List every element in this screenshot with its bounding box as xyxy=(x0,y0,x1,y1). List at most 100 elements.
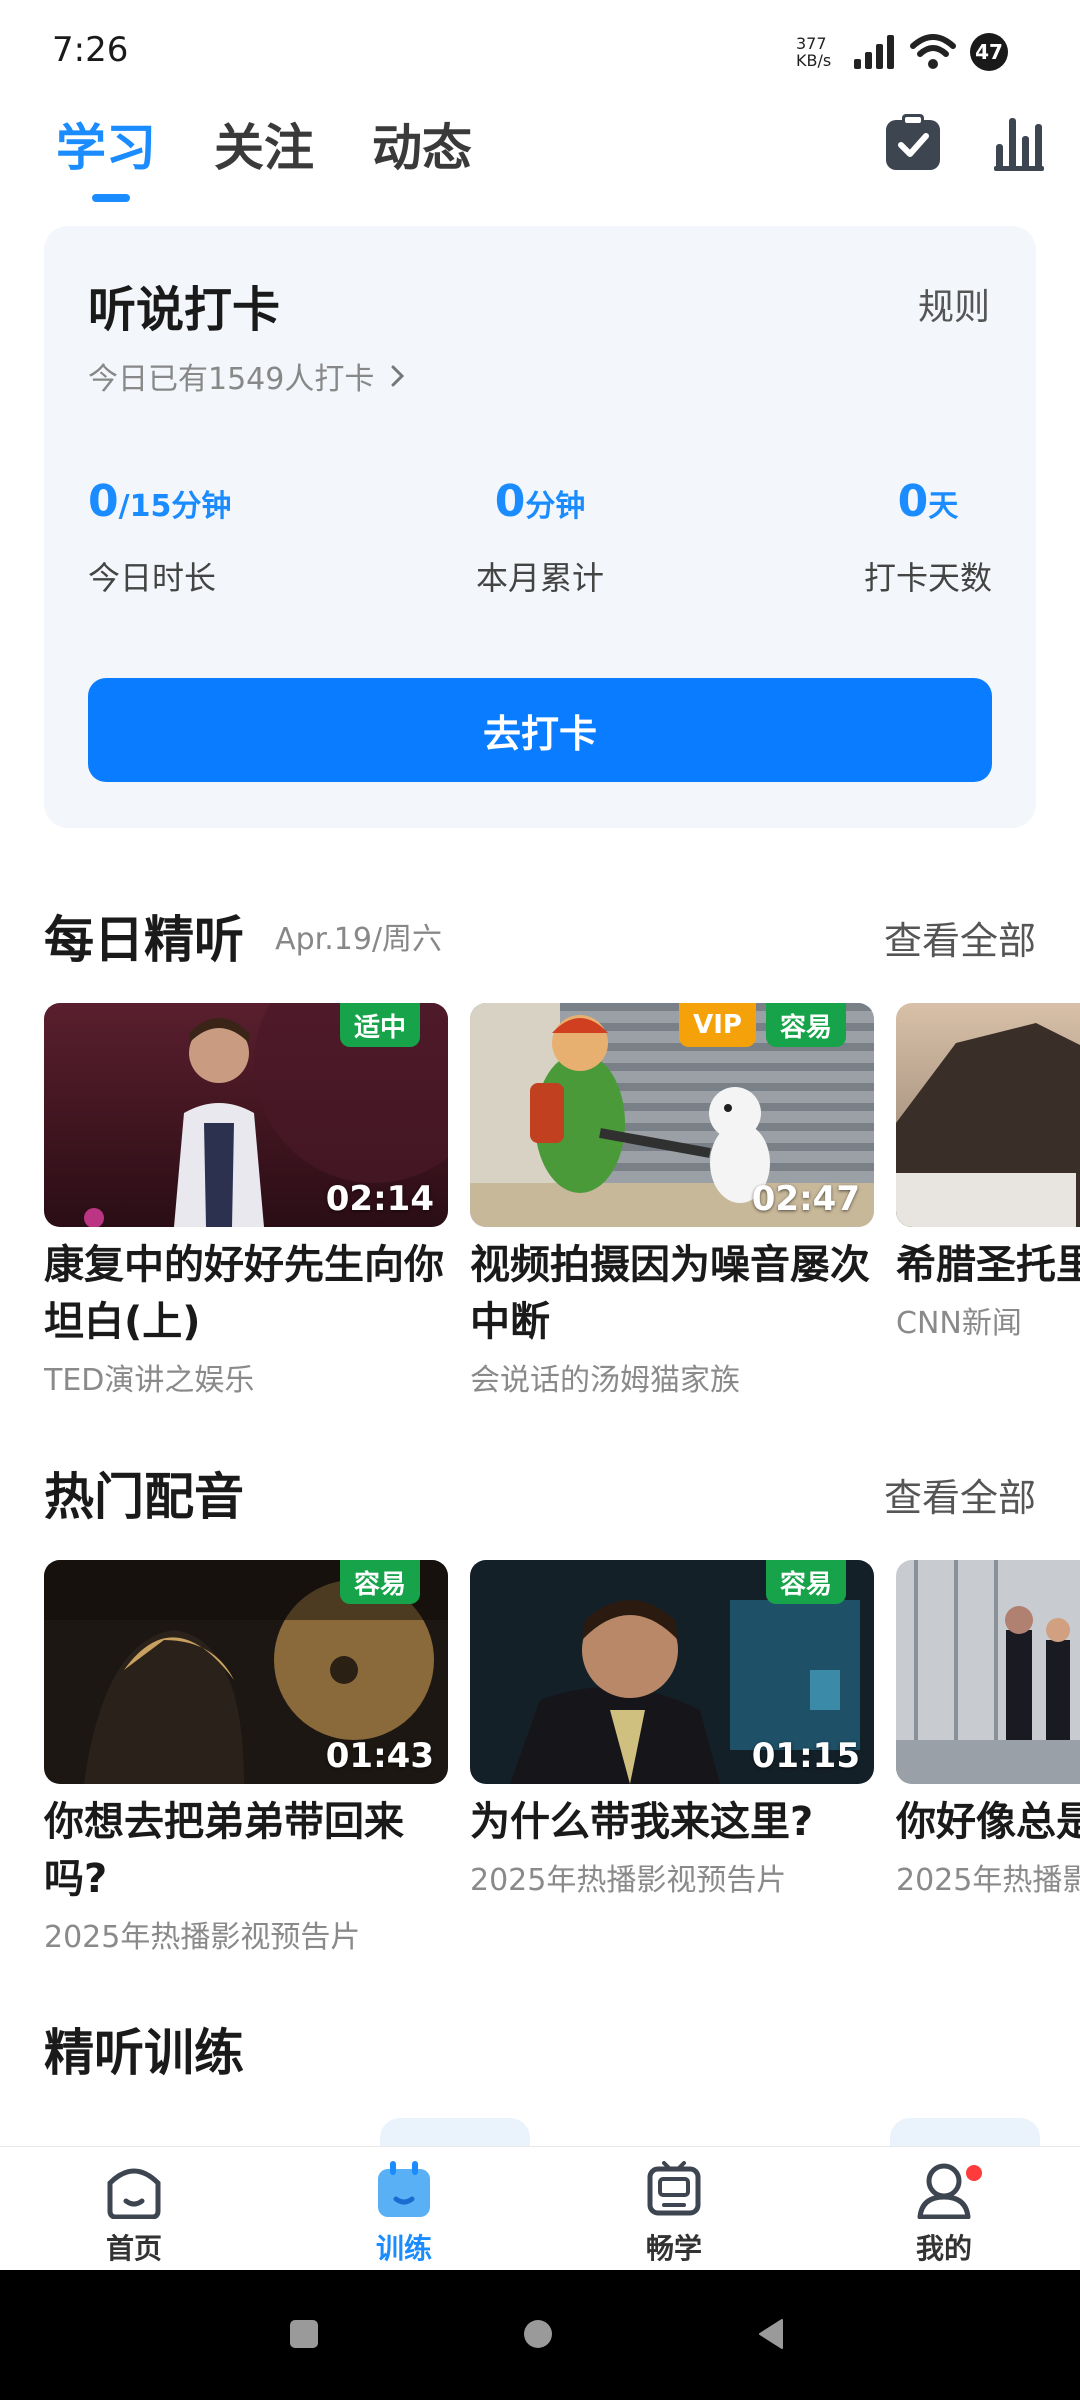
stat-label: 本月累计 xyxy=(476,559,605,597)
stat-today: 0/15分钟 今日时长 xyxy=(88,476,231,599)
section-date: Apr.19/周六 xyxy=(275,922,443,957)
badge-group: 适中 xyxy=(339,1003,420,1047)
nav-label: 首页 xyxy=(105,2232,162,2265)
checkin-count-link[interactable]: 今日已有1549人打卡 xyxy=(88,354,406,398)
video-card[interactable]: 容易 01:43 你想去把弟弟带回来吗? 2025年热播影视预告片 xyxy=(44,1560,448,1956)
video-thumbnail: VIP 容易 02:47 xyxy=(470,1003,874,1227)
checkin-stats: 0/15分钟 今日时长 0分钟 本月累计 0天 打卡天数 xyxy=(44,476,1036,626)
top-tabs: 学习 关注 动态 xyxy=(56,108,472,188)
system-navigation-bar xyxy=(0,2270,1080,2400)
home-icon xyxy=(107,2168,161,2220)
difficulty-badge: 容易 xyxy=(765,1560,846,1604)
profile-icon xyxy=(917,2163,971,2220)
checkin-button[interactable]: 去打卡 xyxy=(88,678,992,782)
stat-days: 0天 打卡天数 xyxy=(864,476,992,599)
difficulty-badge: 容易 xyxy=(765,1003,846,1047)
battery-indicator: 47 xyxy=(970,33,1008,71)
video-card[interactable]: 希腊圣托里尼岛开放 CNN新闻 xyxy=(896,1003,1080,1342)
video-duration: 02:14 xyxy=(325,1179,434,1219)
stat-value: 0 xyxy=(897,476,929,527)
video-title: 你好像总是 xyxy=(896,1799,1080,1845)
view-all-button[interactable]: 查看全部 xyxy=(884,1467,1036,1522)
stat-month: 0分钟 本月累计 xyxy=(476,476,604,599)
back-icon[interactable] xyxy=(756,2318,786,2350)
video-thumbnail: 容易 01:43 xyxy=(44,1560,448,1784)
stat-value: 0 xyxy=(88,476,119,527)
rules-link[interactable]: 规则 xyxy=(918,278,990,330)
training-section-header: 精听训练 xyxy=(44,2013,1036,2083)
vip-badge: VIP xyxy=(679,1003,756,1047)
video-source: CNN新闻 xyxy=(896,1306,1022,1341)
nav-training[interactable]: 训练 xyxy=(344,2161,464,2267)
video-card[interactable]: 你好像总是 2025年热播影视预告片 xyxy=(896,1560,1080,1899)
top-actions xyxy=(884,114,1044,172)
tab-moments[interactable]: 动态 xyxy=(372,108,472,188)
stat-value: 0 xyxy=(494,476,526,527)
difficulty-badge: 容易 xyxy=(339,1560,420,1604)
dubbing-section-header: 热门配音 查看全部 xyxy=(44,1457,1036,1527)
daily-section-header: 每日精听 Apr.19/周六 查看全部 xyxy=(44,900,1036,970)
tv-icon xyxy=(647,2161,701,2216)
video-title: 视频拍摄因为噪音屡次中断 xyxy=(470,1242,870,1345)
bottom-nav: 首页 训练 畅学 我的 xyxy=(0,2146,1080,2270)
bar-chart-icon[interactable] xyxy=(994,114,1044,172)
checkin-count-text: 今日已有1549人打卡 xyxy=(88,362,375,397)
notification-dot xyxy=(966,2165,982,2181)
video-title: 希腊圣托里尼岛开放 xyxy=(896,1242,1080,1288)
nav-profile[interactable]: 我的 xyxy=(884,2161,1004,2267)
chevron-right-icon xyxy=(391,365,405,387)
status-bar: 7:26 377 KB/s 47 xyxy=(0,0,1080,96)
video-source: TED演讲之娱乐 xyxy=(44,1363,255,1398)
training-icon xyxy=(378,2161,430,2217)
clipboard-check-icon[interactable] xyxy=(884,114,942,172)
video-thumbnail: 容易 01:15 xyxy=(470,1560,874,1784)
tab-study[interactable]: 学习 xyxy=(56,108,156,188)
status-icons: 377 KB/s 47 xyxy=(796,30,1008,74)
network-speed: 377 KB/s xyxy=(796,34,832,70)
view-all-button[interactable]: 查看全部 xyxy=(884,910,1036,965)
video-source: 2025年热播影视预告片 xyxy=(44,1920,361,1955)
video-thumbnail xyxy=(896,1003,1080,1227)
nav-home[interactable]: 首页 xyxy=(74,2161,194,2267)
status-time: 7:26 xyxy=(52,30,129,70)
video-duration: 02:47 xyxy=(751,1179,860,1219)
recents-icon[interactable] xyxy=(288,2318,320,2350)
section-title: 精听训练 xyxy=(44,2024,244,2082)
signal-icon xyxy=(854,35,894,69)
video-duration: 01:43 xyxy=(325,1736,434,1776)
checkin-card: 听说打卡 规则 今日已有1549人打卡 0/15分钟 今日时长 0分钟 本月累计… xyxy=(44,226,1036,828)
difficulty-badge: 适中 xyxy=(339,1003,420,1047)
video-thumbnail xyxy=(896,1560,1080,1784)
stat-label: 今日时长 xyxy=(88,559,217,597)
video-title: 为什么带我来这里? xyxy=(470,1799,814,1845)
video-thumbnail: 适中 02:14 xyxy=(44,1003,448,1227)
video-card[interactable]: 容易 01:15 为什么带我来这里? 2025年热播影视预告片 xyxy=(470,1560,874,1899)
active-tab-indicator xyxy=(92,194,130,202)
stat-unit: /15分钟 xyxy=(118,489,232,524)
stat-unit: 分钟 xyxy=(525,489,586,524)
wifi-icon xyxy=(910,34,956,69)
home-circle-icon[interactable] xyxy=(522,2318,554,2350)
video-title: 康复中的好好先生向你坦白(上) xyxy=(44,1242,444,1345)
checkin-title: 听说打卡 xyxy=(88,282,281,338)
video-title: 你想去把弟弟带回来吗? xyxy=(44,1799,404,1902)
nav-label: 训练 xyxy=(375,2232,432,2265)
daily-card-row: 适中 02:14 康复中的好好先生向你坦白(上) TED演讲之娱乐 VIP 容易… xyxy=(44,1003,1080,1443)
video-card[interactable]: VIP 容易 02:47 视频拍摄因为噪音屡次中断 会说话的汤姆猫家族 xyxy=(470,1003,874,1399)
tab-follow[interactable]: 关注 xyxy=(214,108,314,188)
dubbing-card-row: 容易 01:43 你想去把弟弟带回来吗? 2025年热播影视预告片 容易 01:… xyxy=(44,1560,1080,1980)
nav-label: 我的 xyxy=(915,2232,972,2265)
video-source: 会说话的汤姆猫家族 xyxy=(470,1363,740,1398)
video-card[interactable]: 适中 02:14 康复中的好好先生向你坦白(上) TED演讲之娱乐 xyxy=(44,1003,448,1399)
nav-label: 畅学 xyxy=(645,2232,702,2265)
badge-group: 容易 xyxy=(765,1560,846,1604)
badge-group: VIP 容易 xyxy=(679,1003,846,1047)
stat-unit: 天 xyxy=(928,489,959,524)
badge-group: 容易 xyxy=(339,1560,420,1604)
section-title: 每日精听 xyxy=(44,911,244,969)
video-source: 2025年热播影视预告片 xyxy=(896,1863,1080,1898)
video-source: 2025年热播影视预告片 xyxy=(470,1863,787,1898)
nav-learn[interactable]: 畅学 xyxy=(614,2161,734,2267)
video-duration: 01:15 xyxy=(751,1736,860,1776)
stat-label: 打卡天数 xyxy=(863,559,992,597)
